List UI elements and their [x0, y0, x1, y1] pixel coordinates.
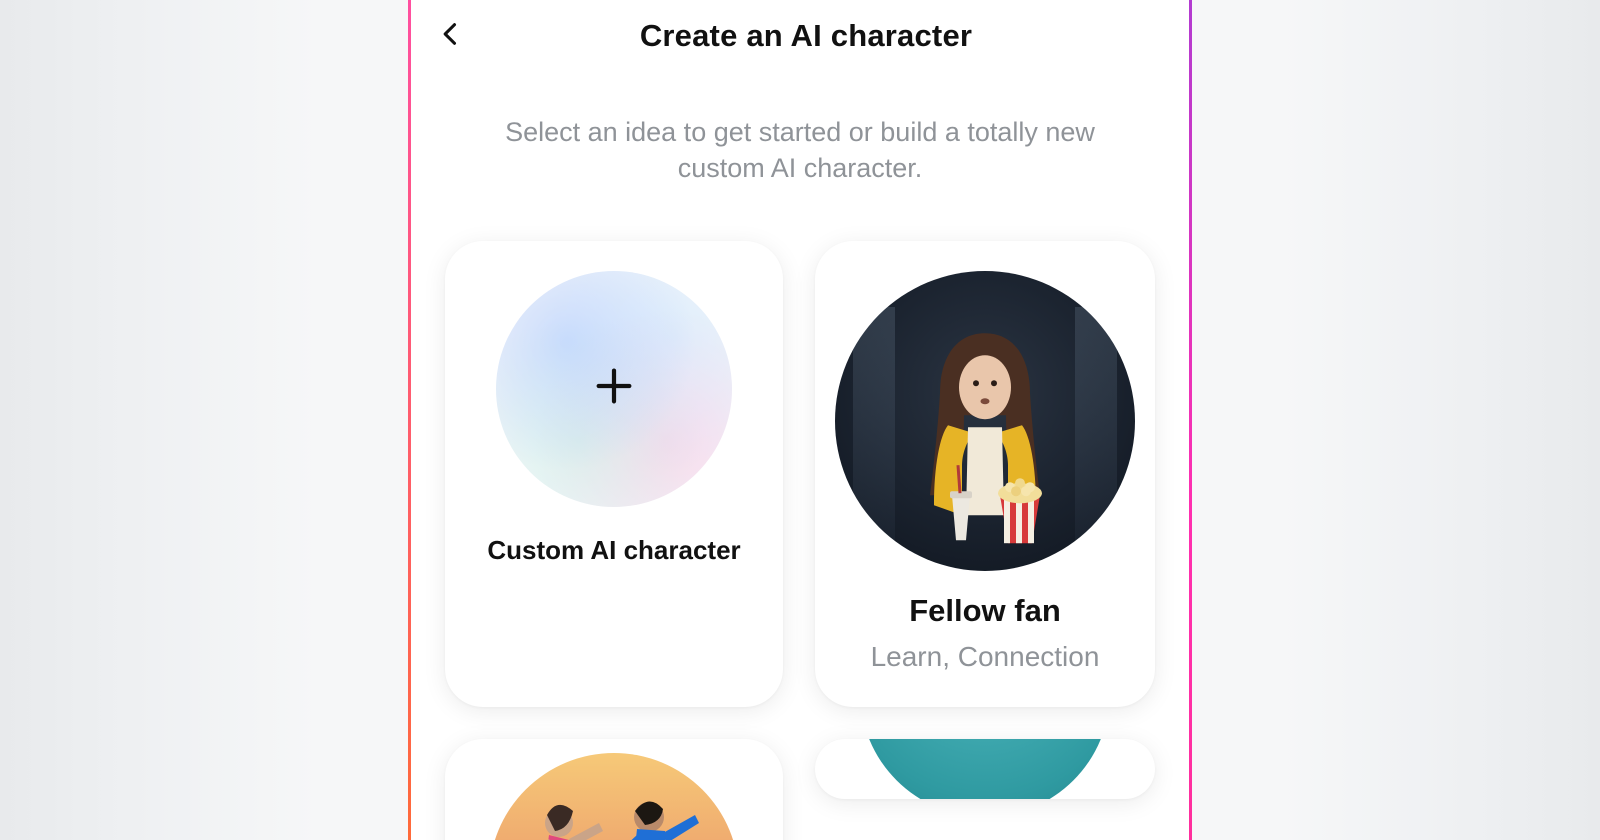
page-subtitle: Select an idea to get started or build a…: [411, 68, 1189, 187]
card-custom-character[interactable]: Custom AI character: [445, 241, 783, 707]
runners-avatar-circle: [489, 753, 739, 840]
card-teal[interactable]: [815, 739, 1155, 799]
screen: Create an AI character Select an idea to…: [411, 0, 1189, 840]
page-title: Create an AI character: [485, 18, 1171, 54]
custom-avatar-circle: [496, 271, 732, 507]
card-fan-title: Fellow fan: [909, 593, 1061, 629]
card-fan-subtitle: Learn, Connection: [871, 641, 1100, 673]
fan-illustration: [835, 271, 1135, 571]
custom-gradient-bg: [496, 271, 732, 507]
teal-illustration: [860, 739, 1110, 799]
plus-icon: [591, 363, 637, 414]
back-button[interactable]: [429, 14, 473, 58]
card-custom-title: Custom AI character: [487, 535, 740, 566]
stage: Create an AI character Select an idea to…: [0, 0, 1600, 840]
teal-avatar-circle: [860, 739, 1110, 799]
card-fellow-fan[interactable]: Fellow fan Learn, Connection: [815, 241, 1155, 707]
fan-avatar-circle: [835, 271, 1135, 571]
card-runners[interactable]: [445, 739, 783, 840]
runners-illustration: [489, 753, 739, 840]
chevron-left-icon: [437, 20, 465, 53]
phone-frame: Create an AI character Select an idea to…: [408, 0, 1192, 840]
phone-border-right: [1189, 0, 1192, 840]
header: Create an AI character: [411, 0, 1189, 68]
character-grid: Custom AI character: [411, 187, 1189, 840]
